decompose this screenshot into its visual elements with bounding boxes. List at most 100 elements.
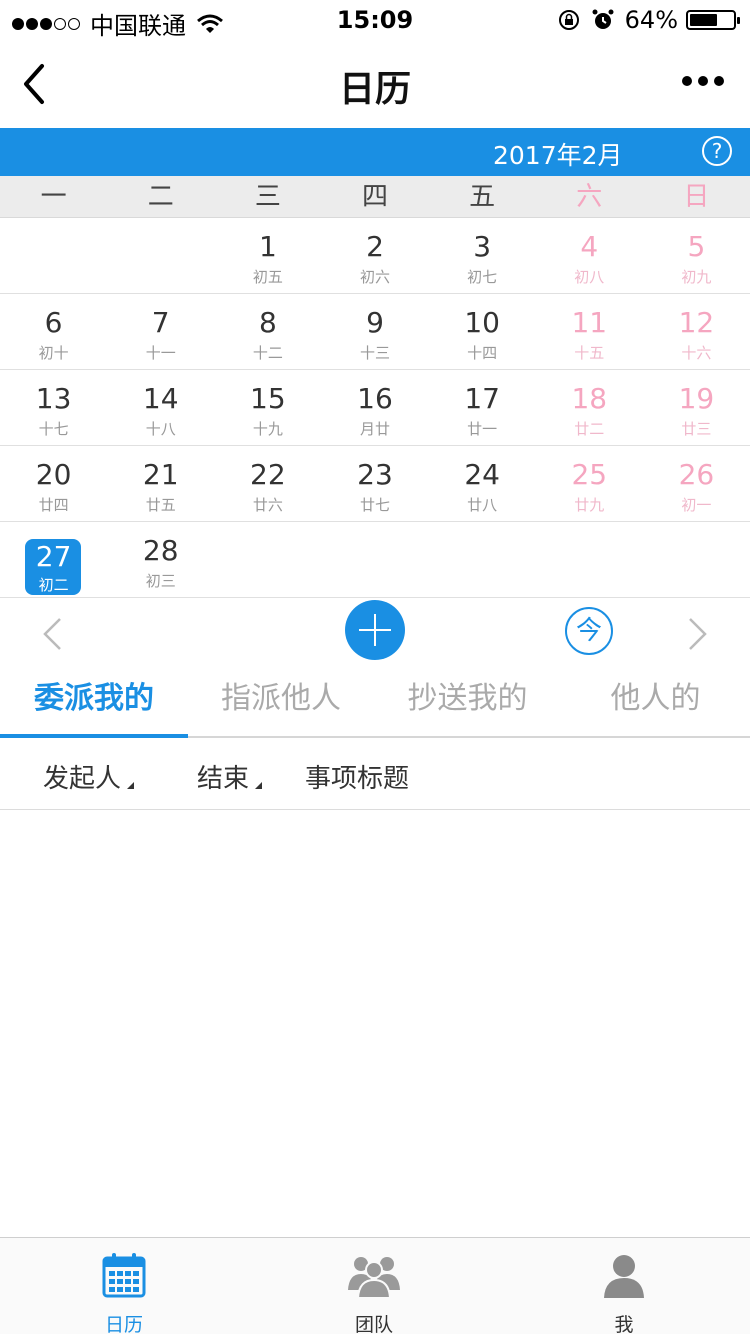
lunar-date: 廿一 [467,420,498,438]
month-label[interactable]: 2017年2月 [493,136,623,172]
alarm-icon [592,9,614,29]
calendar-day[interactable]: 22 廿六 [214,446,321,521]
tab-2[interactable]: 抄送我的 [374,670,561,736]
more-button[interactable] [676,76,724,86]
lunar-date: 十八 [145,420,176,438]
tab-3[interactable]: 他人的 [561,670,750,736]
tab-0[interactable]: 委派我的 [0,670,188,738]
calendar-day[interactable]: 27 初二 [0,522,107,597]
add-event-button[interactable] [345,600,405,660]
end-column-header[interactable]: 结束 [197,758,263,795]
tab-label: 指派他人 [221,681,341,716]
day-number: 21 [142,458,179,491]
day-number: 2 [366,230,384,263]
weekday-label: 五 [469,182,496,212]
day-number: 9 [366,306,384,339]
sort-icon [127,782,135,789]
weekday-label: 日 [683,182,710,212]
lunar-date: 十五 [574,344,605,362]
rotation-lock-icon [558,10,579,30]
prev-month-button[interactable] [40,616,64,652]
day-number: 10 [464,306,500,339]
calendar-week-row: 20 廿四 21 廿五 22 廿六 23 廿七 24 廿八 25 廿九 26 初一 [0,446,750,522]
day-number: 17 [464,382,500,415]
nav-bar: 日历 [0,40,750,128]
tab-label: 抄送我的 [407,681,528,716]
lunar-date: 初九 [681,268,712,286]
calendar-empty-cell [429,522,536,597]
calendar-empty-cell [214,522,321,597]
day-number: 14 [142,382,179,415]
calendar-day[interactable]: 21 廿五 [107,446,214,521]
weekday-label: 六 [576,182,603,212]
lunar-date: 廿九 [574,496,605,514]
month-header: 2017年2月 ? [0,128,750,176]
lunar-date: 廿八 [467,496,498,514]
tab-label: 我 [614,1314,634,1334]
more-icon [682,76,692,86]
sort-icon [255,782,263,789]
calendar-day[interactable]: 14 十八 [107,370,214,445]
calendar-day[interactable]: 19 廿三 [643,370,750,445]
calendar-day[interactable]: 5 初九 [643,218,750,293]
calendar-day[interactable]: 8 十二 [214,294,321,369]
lunar-date: 十九 [252,420,283,438]
initiator-column-header[interactable]: 发起人 [43,758,135,795]
tab-calendar[interactable]: 日历 [64,1252,184,1334]
tab-label: 团队 [354,1314,393,1334]
day-number: 23 [357,458,393,491]
calendar-week-row: 13 十七 14 十八 15 十九 16 月廿 17 廿一 18 廿二 19 廿三 [0,370,750,446]
weekday-label: 二 [147,182,174,212]
calendar-day[interactable]: 17 廿一 [429,370,536,445]
help-button[interactable]: ? [702,136,732,166]
tab-team[interactable]: 团队 [314,1252,434,1334]
calendar-day[interactable]: 4 初八 [536,218,643,293]
lunar-date: 十一 [145,344,176,362]
calendar-day[interactable]: 24 廿八 [429,446,536,521]
weekday-label: 一 [40,182,67,212]
lunar-date: 廿二 [574,420,605,438]
calendar-day[interactable]: 1 初五 [214,218,321,293]
calendar-empty-cell [536,522,643,597]
lunar-date: 初二 [38,576,69,594]
day-number: 8 [258,306,277,339]
day-number: 26 [678,458,715,491]
battery-fill [690,14,717,26]
calendar-icon [102,1253,146,1298]
calendar-day[interactable]: 13 十七 [0,370,107,445]
lunar-date: 十六 [681,344,712,362]
calendar-week-row: 1 初五 2 初六 3 初七 4 初八 5 初九 [0,218,750,294]
day-number: 12 [678,306,715,339]
lunar-date: 廿四 [38,496,69,514]
calendar-day[interactable]: 18 廿二 [536,370,643,445]
calendar-day[interactable]: 6 初十 [0,294,107,369]
calendar-day[interactable]: 11 十五 [536,294,643,369]
tab-me[interactable]: 我 [564,1252,684,1334]
tab-1[interactable]: 指派他人 [188,670,374,736]
calendar-day[interactable]: 9 十三 [321,294,428,369]
calendar-day[interactable]: 28 初三 [107,522,214,597]
calendar-empty-cell [107,218,214,293]
lunar-date: 十三 [359,344,390,362]
battery-icon [686,10,740,30]
calendar-day[interactable]: 10 十四 [429,294,536,369]
calendar-day[interactable]: 25 廿九 [536,446,643,521]
calendar-day[interactable]: 2 初六 [321,218,428,293]
next-month-button[interactable] [686,616,710,652]
calendar-day[interactable]: 3 初七 [429,218,536,293]
calendar-empty-cell [643,522,750,597]
calendar-day[interactable]: 7 十一 [107,294,214,369]
calendar-day[interactable]: 16 月廿 [321,370,428,445]
day-number: 11 [571,306,608,339]
calendar-grid: 1 初五 2 初六 3 初七 4 初八 5 初九 6 初十 7 十一 8 十二 9 十三 10 十四 11 十五 12 十六 1… [0,218,750,598]
calendar-day[interactable]: 23 廿七 [321,446,428,521]
weekday-label: 四 [361,182,388,212]
initiator-label: 发起人 [43,764,122,794]
calendar-day[interactable]: 26 初一 [643,446,750,521]
calendar-day[interactable]: 20 廿四 [0,446,107,521]
calendar-day[interactable]: 12 十六 [643,294,750,369]
today-button[interactable]: 今 [565,607,613,655]
battery-percent: 64% [624,6,678,34]
calendar-day[interactable]: 15 十九 [214,370,321,445]
calendar-empty-cell [0,218,107,293]
